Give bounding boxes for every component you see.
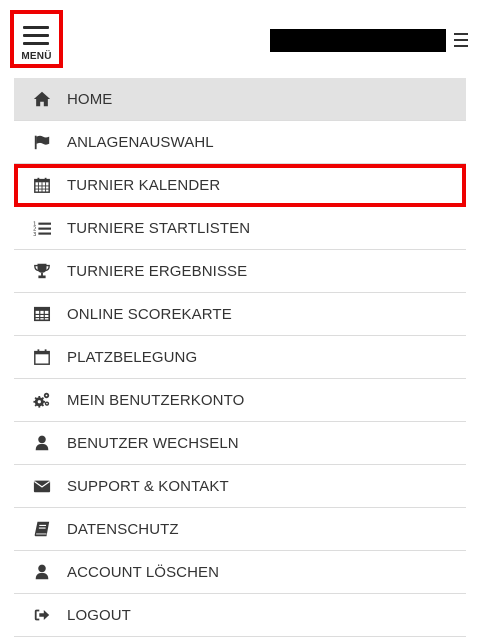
nav-item-turniere-ergebnisse[interactable]: TURNIERE ERGEBNISSE: [14, 250, 466, 293]
svg-text:3: 3: [33, 232, 36, 237]
nav-item-anlagenauswahl[interactable]: ANLAGENAUSWAHL: [14, 121, 466, 164]
nav-item-benutzer-wechseln[interactable]: BENUTZER WECHSELN: [14, 422, 466, 465]
nav-item-turniere-startlisten[interactable]: 123 TURNIERE STARTLISTEN: [14, 207, 466, 250]
trophy-icon: [32, 261, 52, 281]
menu-label: MENÜ: [21, 51, 52, 62]
nav-item-datenschutz[interactable]: DATENSCHUTZ: [14, 508, 466, 551]
nav-item-label: TURNIERE STARTLISTEN: [67, 219, 251, 237]
nav-item-support-kontakt[interactable]: SUPPORT & KONTAKT: [14, 465, 466, 508]
secondary-menu-icon[interactable]: [454, 33, 468, 51]
calendar-outline-icon: [32, 347, 52, 367]
nav-item-account-loeschen[interactable]: ACCOUNT LÖSCHEN: [14, 551, 466, 594]
table-icon: [32, 304, 52, 324]
gears-icon: [32, 390, 52, 410]
nav-item-label: ACCOUNT LÖSCHEN: [67, 563, 220, 581]
nav-item-platzbelegung[interactable]: PLATZBELEGUNG: [14, 336, 466, 379]
nav-item-label: TURNIERE ERGEBNISSE: [67, 262, 248, 280]
nav-item-label: DATENSCHUTZ: [67, 520, 179, 538]
book-icon: [32, 519, 52, 539]
nav-item-label: LOGOUT: [67, 606, 131, 624]
user-icon: [32, 562, 52, 582]
nav-item-home[interactable]: HOME: [14, 78, 466, 121]
nav-item-label: MEIN BENUTZERKONTO: [67, 391, 245, 409]
home-icon: [32, 89, 52, 109]
nav-item-label: BENUTZER WECHSELN: [67, 434, 239, 452]
hamburger-icon: [23, 26, 49, 50]
flag-icon: [32, 132, 52, 152]
nav-item-label: SUPPORT & KONTAKT: [67, 477, 229, 495]
envelope-icon: [32, 476, 52, 496]
user-icon: [32, 433, 52, 453]
nav-item-label: HOME: [67, 90, 113, 108]
nav-item-label: TURNIER KALENDER: [67, 176, 221, 194]
nav-item-online-scorekarte[interactable]: ONLINE SCOREKARTE: [14, 293, 466, 336]
nav-item-mein-benutzerkonto[interactable]: MEIN BENUTZERKONTO: [14, 379, 466, 422]
nav-item-logout[interactable]: LOGOUT: [14, 594, 466, 637]
calendar-icon: [32, 175, 52, 195]
sign-out-icon: [32, 605, 52, 625]
nav-item-label: ONLINE SCOREKARTE: [67, 305, 232, 323]
ordered-list-icon: 123: [32, 218, 52, 238]
menu-button[interactable]: MENÜ: [10, 10, 63, 68]
nav-item-label: PLATZBELEGUNG: [67, 348, 198, 366]
top-bar: MENÜ: [0, 0, 480, 78]
side-navigation: HOME ANLAGENAUSWAHL TURNIER KALENDER 123…: [14, 78, 466, 637]
redacted-account-name: [270, 29, 446, 52]
nav-item-turnier-kalender[interactable]: TURNIER KALENDER: [14, 164, 466, 207]
nav-item-label: ANLAGENAUSWAHL: [67, 133, 214, 151]
